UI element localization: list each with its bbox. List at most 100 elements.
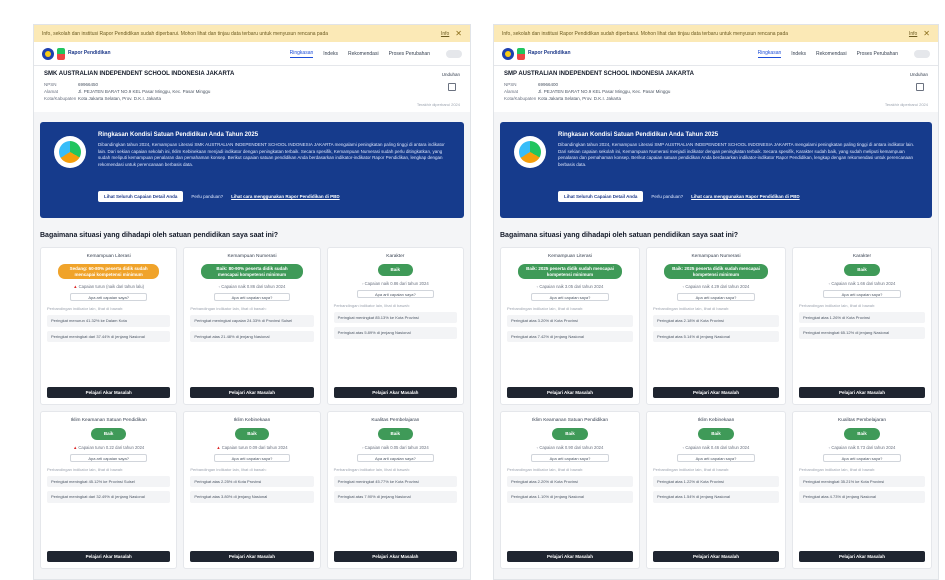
change-note: ◦ Capaian naik 1.66 dari tahun 2024	[799, 281, 925, 286]
help-button[interactable]: Apa arti capaian saya?	[822, 289, 902, 298]
tab-indeks[interactable]: Indeks	[791, 51, 806, 57]
app-logo[interactable]: Rapor Pendidikan	[502, 47, 571, 60]
download-button[interactable]: Unduhan	[442, 72, 460, 77]
help-button[interactable]: Apa arti capaian saya?	[676, 293, 756, 301]
help-button[interactable]: Apa arti capaian saya?	[213, 453, 291, 462]
close-icon[interactable]: ✕	[923, 29, 930, 38]
indicator-card: Iklim Keamanan Satuan Pendidikan Baik ◦ Ca…	[500, 411, 640, 569]
help-button[interactable]: Apa arti capaian saya?	[530, 293, 610, 301]
comparison-detail: Peringkat atas 1.22% di Kota Provinsi	[653, 475, 779, 487]
learn-root-cause-button[interactable]: Pelajari Akar Masalah	[507, 551, 633, 562]
change-note: ◦ Capaian naik 3.05 dari tahun 2024	[507, 284, 633, 289]
indicator-title: Iklim Keamanan Satuan Pendidikan	[532, 418, 608, 423]
comparison-detail: Peringkat atas 7.90% di jenjang Nasional	[333, 491, 457, 503]
status-badge: Baik: 2025 peserta didik sudah mencapai …	[664, 264, 768, 279]
change-note-text: Capaian naik 0.86 dari tahun 2024	[221, 284, 286, 289]
meta-value: Jl. PEJATEN BARAT NO.9 KEL Pasar Minggu,…	[538, 89, 671, 94]
learn-root-cause-button[interactable]: Pelajari Akar Masalah	[507, 387, 633, 398]
learn-root-cause-button[interactable]: Pelajari Akar Masalah	[47, 551, 171, 562]
tab-ringkasan[interactable]: Ringkasan	[757, 50, 782, 58]
change-note: ◦ Capaian naik 0.73 dari tahun 2024	[799, 445, 925, 450]
download-button[interactable]: Unduhan	[910, 72, 928, 77]
help-button[interactable]: Apa arti capaian saya?	[213, 293, 291, 301]
hero-body: Dibandingkan tahun 2024, Kemampuan Liter…	[98, 142, 445, 167]
avatar[interactable]	[914, 49, 930, 58]
help-button[interactable]: Apa arti capaian saya?	[357, 289, 434, 298]
tab-rekomendasi[interactable]: Rekomendasi	[816, 51, 847, 57]
learn-root-cause-button[interactable]: Pelajari Akar Masalah	[333, 387, 457, 398]
comparison-label: Perbandingan indikator lain, lihat di ba…	[653, 466, 730, 472]
summary-badge-icon	[514, 136, 546, 168]
print-icon[interactable]	[916, 83, 924, 91]
section-question: Bagaimana situasi yang dihadapi oleh sat…	[40, 232, 279, 239]
tab-indeks[interactable]: Indeks	[323, 51, 338, 57]
status-badge: Baik	[698, 428, 734, 440]
school-name: SMK AUSTRALIAN INDEPENDENT SCHOOL INDONE…	[44, 71, 235, 77]
see-details-button[interactable]: Lihat Seluruh Capaian Detail Anda	[98, 191, 184, 202]
screenshot-root: Info, sekolah dan institusi Rapor Pendid…	[0, 0, 945, 580]
help-button[interactable]: Apa arti capaian saya?	[70, 293, 147, 301]
comparison-detail: Peringkat meningkat 45.12% ke Provinsi S…	[47, 475, 171, 487]
comparison-detail: Peringkat meningkat 45.77% ke Kota Provi…	[333, 475, 457, 487]
app-logo[interactable]: Rapor Pendidikan	[42, 47, 111, 60]
learn-root-cause-button[interactable]: Pelajari Akar Masalah	[799, 387, 925, 398]
learn-root-cause-button[interactable]: Pelajari Akar Masalah	[47, 387, 171, 398]
tab-rekomendasi[interactable]: Rekomendasi	[348, 51, 379, 57]
change-note-text: Capaian naik 0.46 dari tahun 2024	[685, 444, 750, 450]
status-badge: Sedang: 60-80% peserta didik sudah menca…	[58, 264, 160, 279]
help-button[interactable]: Apa arti capaian saya?	[822, 453, 902, 462]
learn-root-cause-button[interactable]: Pelajari Akar Masalah	[653, 551, 779, 562]
updated-text: Terakhir diperbarui 2024	[416, 102, 460, 107]
indicator-card: Karakter Baik ◦ Capaian naik 0.86 dari tah…	[326, 247, 464, 405]
change-note: ▲ Capaian turun 0.22 dari tahun 2024	[47, 445, 170, 450]
hero-question: Perlu panduan?	[651, 194, 684, 199]
tab-ringkasan[interactable]: Ringkasan	[289, 50, 314, 58]
comparison-label: Perbandingan indikator lain, lihat di ba…	[333, 302, 410, 308]
top-navigation: Rapor Pendidikan Ringkasan Indeks Rekome…	[494, 42, 938, 66]
learn-root-cause-button[interactable]: Pelajari Akar Masalah	[190, 551, 314, 562]
indicator-title: Kemampuan Numerasi	[227, 254, 277, 259]
indicator-card: Kemampuan Numerasi Baik: 80-90% peserta d…	[183, 247, 321, 405]
tab-proses-perubahan[interactable]: Proses Perubahan	[857, 51, 898, 57]
status-badge: Baik	[552, 428, 588, 440]
learn-root-cause-button[interactable]: Pelajari Akar Masalah	[653, 387, 779, 398]
indicator-title: Karakter	[386, 254, 405, 259]
status-badge: Baik: 2025 peserta didik sudah mencapai …	[518, 264, 622, 279]
logo-text: Rapor Pendidikan	[528, 50, 571, 56]
tab-proses-perubahan[interactable]: Proses Perubahan	[389, 51, 430, 57]
meta-value: Kota Jakarta Selatan, Prov. D.K.I. Jakar…	[78, 96, 161, 101]
see-details-button[interactable]: Lihat Seluruh Capaian Detail Anda	[558, 191, 644, 202]
help-button[interactable]: Apa arti capaian saya?	[676, 453, 756, 462]
indicator-grid: Kemampuan Literasi Sedang: 60-80% peserta…	[40, 247, 464, 569]
status-badge: Baik	[234, 428, 270, 440]
banner-link[interactable]: Info	[441, 31, 449, 37]
learn-root-cause-button[interactable]: Pelajari Akar Masalah	[799, 551, 925, 562]
summary-hero: Ringkasan Kondisi Satuan Pendidikan Anda…	[40, 122, 464, 218]
comparison-detail: Peringkat atas 1.26% di Kota Provinsi	[799, 311, 925, 323]
meta-key: NPSN	[44, 82, 57, 87]
help-button[interactable]: Apa arti capaian saya?	[357, 453, 434, 462]
school-info: SMK AUSTRALIAN INDEPENDENT SCHOOL INDONE…	[34, 66, 470, 112]
meta-value: Kota Jakarta Selatan, Prov. D.K.I. Jakar…	[538, 96, 621, 101]
indicator-card: Iklim Kebinekaan Baik ▲ Capaian turun 0.09…	[183, 411, 321, 569]
help-button[interactable]: Apa arti capaian saya?	[70, 453, 147, 462]
close-icon[interactable]: ✕	[455, 29, 462, 38]
comparison-detail: Peringkat atas 4.73% di jenjang Nasional	[799, 491, 925, 503]
comparison-detail: Peringkat atas 2.25% di Kota Provinsi	[190, 475, 314, 487]
avatar[interactable]	[446, 49, 462, 58]
meta-key: Alamat	[44, 89, 59, 94]
guide-link[interactable]: Lihat cara menggunakan Rapor Pendidikan …	[691, 194, 800, 199]
help-button[interactable]: Apa arti capaian saya?	[530, 453, 610, 462]
indicator-card: Karakter Baik ◦ Capaian naik 1.66 dari tah…	[792, 247, 932, 405]
comparison-label: Perbandingan indikator lain, lihat di ba…	[190, 306, 267, 311]
comparison-detail: Peringkat atas 3.20% di Kota Provinsi	[507, 315, 633, 327]
learn-root-cause-button[interactable]: Pelajari Akar Masalah	[190, 387, 314, 398]
learn-root-cause-button[interactable]: Pelajari Akar Masalah	[333, 551, 457, 562]
indicator-title: Kualitas Pembelajaran	[371, 418, 420, 423]
indicator-card: Kemampuan Numerasi Baik: 2025 peserta did…	[646, 247, 786, 405]
change-note-text: Capaian naik 0.05 dari tahun 2024	[364, 444, 429, 450]
hero-actions: Lihat Seluruh Capaian Detail Anda Perlu …	[98, 191, 452, 202]
print-icon[interactable]	[448, 83, 456, 91]
banner-link[interactable]: Info	[909, 31, 917, 37]
guide-link[interactable]: Lihat cara menggunakan Rapor Pendidikan …	[231, 194, 340, 199]
